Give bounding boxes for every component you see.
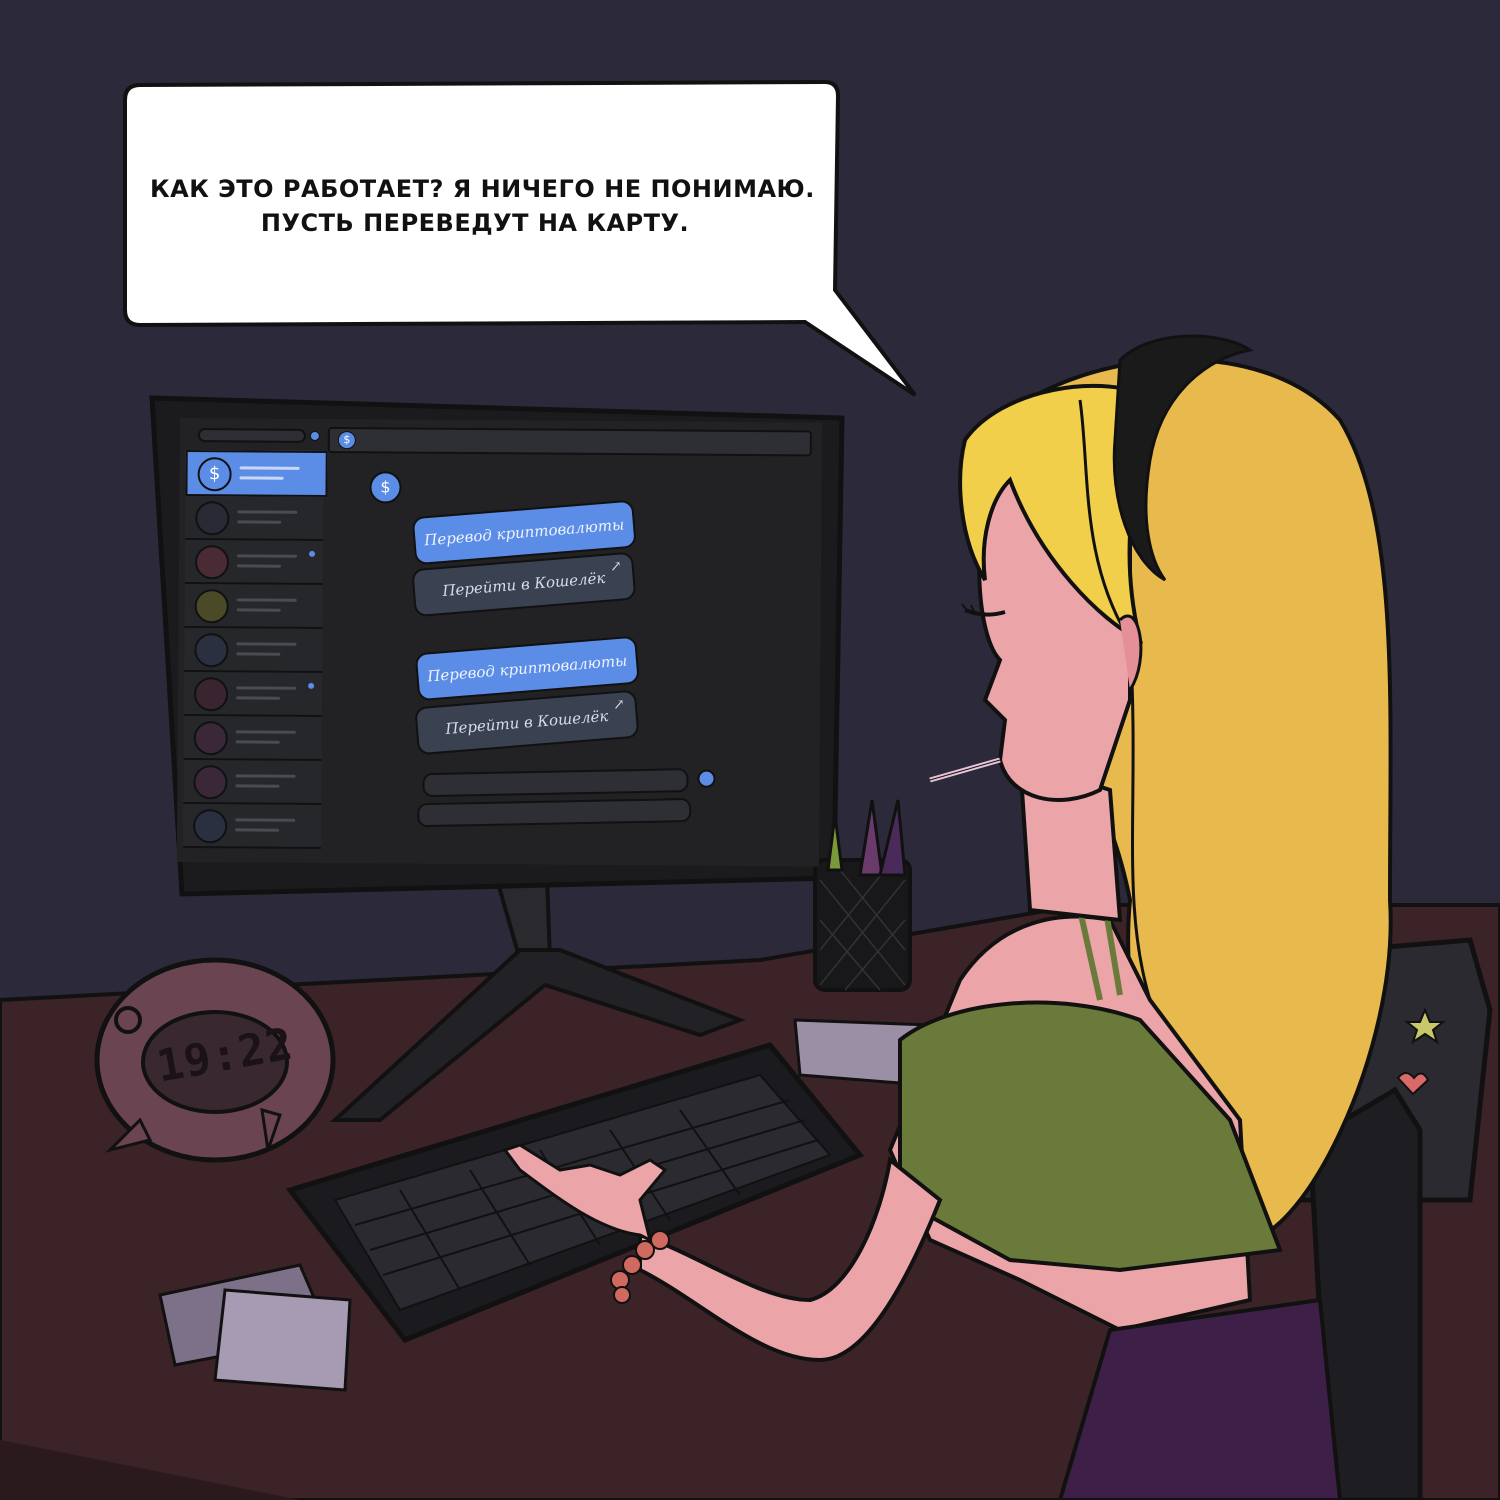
- speech-line-1: КАК ЭТО РАБОТАЕТ? Я НИЧЕГО НЕ ПОНИМАЮ.: [150, 175, 815, 203]
- monitor-screen: $ $ $ Перевод криптовалюты Перейти в Кош…: [176, 418, 822, 867]
- speech-line-2: ПУСТЬ ПЕРЕВЕДУТ НА КАРТУ.: [260, 209, 690, 237]
- avatar: [193, 765, 228, 800]
- avatar: [194, 589, 229, 624]
- arrow-up-right-icon: ↗: [612, 696, 626, 714]
- avatar: [193, 677, 229, 712]
- go-to-wallet-button[interactable]: Перейти в Кошелёк ↗: [414, 689, 640, 756]
- send-button[interactable]: [697, 769, 716, 788]
- chat-list-item[interactable]: [185, 496, 324, 542]
- avatar: [195, 501, 230, 536]
- chat-list-item[interactable]: [182, 804, 322, 849]
- chat-list-item[interactable]: [184, 584, 323, 630]
- chat-list-item[interactable]: [183, 760, 322, 805]
- chat-list: $: [182, 448, 328, 859]
- chat-list-item[interactable]: $: [185, 450, 328, 498]
- bottom-input-bar[interactable]: [417, 797, 692, 828]
- dollar-coin-icon: $: [337, 431, 356, 450]
- search-input[interactable]: [197, 428, 306, 443]
- avatar: [194, 545, 230, 580]
- dollar-coin-icon: $: [369, 471, 402, 504]
- speech-text: КАК ЭТО РАБОТАЕТ? Я НИЧЕГО НЕ ПОНИМАЮ. П…: [150, 172, 815, 240]
- chat-list-item[interactable]: [183, 672, 323, 717]
- go-to-wallet-label: Перейти в Кошелёк: [441, 568, 606, 600]
- unread-dot: [309, 550, 316, 557]
- chat-list-item[interactable]: [184, 540, 324, 586]
- paper-note: [213, 1288, 352, 1392]
- chat-list-item[interactable]: [184, 628, 323, 673]
- avatar: [194, 633, 229, 668]
- arrow-up-right-icon: ↗: [609, 558, 623, 576]
- chat-header: $: [327, 427, 812, 457]
- dollar-coin-icon: $: [197, 457, 232, 492]
- avatar: [193, 721, 228, 756]
- chat-list-item[interactable]: [183, 716, 322, 761]
- avatar: [193, 809, 228, 844]
- unread-dot: [308, 682, 315, 689]
- go-to-wallet-label: Перейти в Кошелёк: [444, 706, 610, 738]
- message-input[interactable]: [422, 768, 689, 798]
- comic-panel: КАК ЭТО РАБОТАЕТ? Я НИЧЕГО НЕ ПОНИМАЮ. П…: [0, 0, 1500, 1500]
- search-icon[interactable]: [309, 430, 320, 441]
